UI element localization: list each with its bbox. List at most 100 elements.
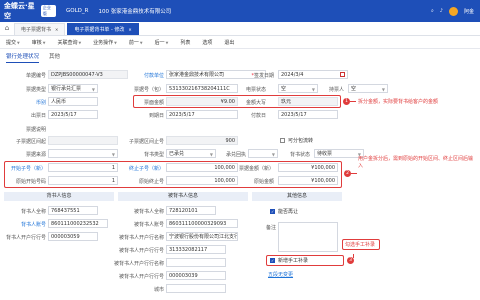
endorsee-name-field[interactable]: 728120101	[166, 206, 216, 215]
endorsee-bank2-label: 被背书人开户行行名称	[113, 261, 164, 267]
sub-start-label: 开始子号（新）	[10, 166, 46, 172]
chevron-down-icon: ▼	[111, 152, 115, 157]
endorsee-bankno-label: 被背书人开户行行号	[118, 248, 164, 254]
holder-select[interactable]: 空 ▼	[348, 84, 388, 93]
endorsee-bank2-field[interactable]	[166, 258, 226, 267]
next-button[interactable]: 后一▼	[155, 39, 169, 46]
tool-label: 审核	[31, 39, 42, 46]
amount-field: ¥9.00	[166, 97, 238, 106]
annotation-line	[350, 101, 356, 102]
calendar-icon[interactable]	[340, 72, 345, 77]
status-label: 电票状态	[245, 87, 266, 93]
annotation-marker-2: 2	[344, 170, 351, 177]
remark2-textarea[interactable]	[278, 222, 338, 252]
tab-other[interactable]: 其他	[49, 52, 60, 63]
annotation-note-1: 拆分金额，实际要背书给客户的金额	[358, 99, 439, 105]
pay-date-label: 付款日	[250, 113, 266, 119]
manual-entry-checkbox[interactable]	[270, 258, 275, 263]
chevron-down-icon: ▼	[311, 87, 315, 92]
exit-button[interactable]: 退出	[224, 39, 234, 46]
tab-endorse-edit[interactable]: 电子票据背书单 - 修改 ✕	[67, 23, 139, 35]
tool-label: 关联查询	[57, 39, 78, 46]
city-field[interactable]	[166, 284, 226, 293]
subbill-field	[48, 136, 118, 145]
business-ops-button[interactable]: 业务操作▼	[93, 39, 117, 46]
endorsee-bank3-field[interactable]: 000003039	[166, 271, 226, 280]
endorser-bank-field[interactable]: 000003059	[48, 232, 98, 241]
logo-text: 金蝶云·星空	[4, 2, 35, 20]
amount-label: 票面金额	[143, 100, 164, 106]
source-select[interactable]: ▼	[48, 149, 118, 158]
annotation-marker-1: 1	[343, 98, 350, 105]
bill-no-field: DZPJBS00000047-V3	[48, 70, 128, 79]
prev-button[interactable]: 前一▼	[129, 39, 143, 46]
orig-amount-field[interactable]: ¥100,000	[278, 176, 338, 185]
no-change-link[interactable]: 五段无变更	[268, 271, 293, 278]
close-icon[interactable]: ✕	[55, 27, 58, 32]
bill-code-label: 票据号（包）	[133, 87, 164, 93]
orig-end-field[interactable]: 100,000	[166, 176, 238, 185]
endorse-type-select[interactable]: 已承兑 ▼	[166, 149, 216, 158]
transferable-checkbox[interactable]	[270, 209, 275, 214]
bell-icon[interactable]: ♪	[440, 8, 443, 14]
list-button[interactable]: 列表	[180, 39, 190, 46]
endorser-bank-label: 背书人开户行行号	[5, 235, 46, 241]
endorsee-acct-field[interactable]: 860311100000329093	[166, 219, 238, 228]
endorsee-bankno-field[interactable]: 313332082117	[166, 245, 226, 254]
tab-label: 电子票据背书单 - 修改	[74, 27, 125, 33]
endorser-name-field[interactable]: 768437551	[48, 206, 98, 215]
audit-button[interactable]: 审核▼	[32, 39, 46, 46]
split-flow-checkbox[interactable]	[280, 138, 285, 143]
claim2-value: 待收票	[317, 151, 333, 157]
annotation-marker-3: 3	[347, 257, 354, 264]
sub-amount-field[interactable]: ¥100,000	[278, 163, 338, 172]
options-button[interactable]: 选项	[202, 39, 212, 46]
amount-cn-label: 金额大写	[245, 100, 266, 106]
bill-no-label: 单据编号	[25, 73, 46, 79]
pay-date-field[interactable]: 2023/5/17	[278, 110, 338, 119]
status-select[interactable]: 空 ▼	[278, 84, 318, 93]
source-label: 票据来源	[25, 152, 46, 158]
tool-label: 提交	[6, 39, 17, 46]
amount-cn-field: 玖元	[278, 97, 338, 106]
chevron-down-icon: ▼	[381, 87, 385, 92]
due-label: 到期日	[148, 113, 164, 119]
draw-date-field[interactable]: 2023/5/17	[48, 110, 98, 119]
currency-field[interactable]: 人民币	[48, 97, 98, 106]
holder-value: 空	[351, 86, 357, 92]
tab-label: 电子票据背书	[21, 27, 52, 33]
due-field[interactable]: 2023/5/17	[166, 110, 238, 119]
org-selector[interactable]: GOLD_R	[66, 8, 88, 14]
orig-start-field[interactable]: 1	[48, 176, 118, 185]
tab-endorse-list[interactable]: 电子票据背书 ✕	[14, 23, 66, 35]
tool-label: 前一	[128, 39, 139, 46]
submit-button[interactable]: 提交▼	[6, 39, 20, 46]
manual-entry-label: 新增手工补录	[278, 258, 309, 264]
currency-label: 币别	[35, 100, 46, 106]
avatar[interactable]	[448, 6, 458, 16]
bill-code-field[interactable]: 531330216738204111C	[166, 84, 238, 93]
holder-label: 持票人	[328, 87, 344, 93]
home-icon[interactable]: ⌂	[0, 21, 14, 35]
related-query-button[interactable]: 关联查询▼	[57, 39, 81, 46]
claim-select[interactable]: ▼	[248, 149, 278, 158]
search-icon[interactable]: ⌕	[431, 8, 434, 14]
sub-end-label: 终止子号（新）	[128, 166, 164, 172]
account-selector[interactable]: 100 张家港金鼎技术有限公司	[98, 7, 171, 15]
bill-type-select[interactable]: 银行承兑汇票 ▼	[48, 84, 98, 93]
claim2-select[interactable]: 待收票 ▼	[314, 149, 364, 158]
close-icon[interactable]: ✕	[128, 27, 131, 32]
tab-bank-status[interactable]: 银行处理状况	[6, 52, 40, 63]
subbill-end-label: 子票据区间止号	[128, 139, 164, 145]
sub-start-field[interactable]: 1	[48, 163, 118, 172]
issue-date-field[interactable]: 2024/3/4	[278, 70, 348, 79]
endorsee-bank-field[interactable]: 宁波银行股份有限公司江北支行	[166, 232, 238, 241]
sub-end-field[interactable]: 100,000	[166, 163, 238, 172]
orig-start-label: 原始开始号码	[15, 179, 46, 185]
payer-label: 付款单位	[143, 73, 164, 79]
endorser-acct-field[interactable]: 860111000232532	[48, 219, 108, 228]
chevron-down-icon: ▼	[91, 87, 95, 92]
section-endorser: 背书人信息	[4, 192, 114, 201]
user-name[interactable]: 阿金	[464, 8, 474, 15]
annotation-line	[351, 173, 357, 174]
